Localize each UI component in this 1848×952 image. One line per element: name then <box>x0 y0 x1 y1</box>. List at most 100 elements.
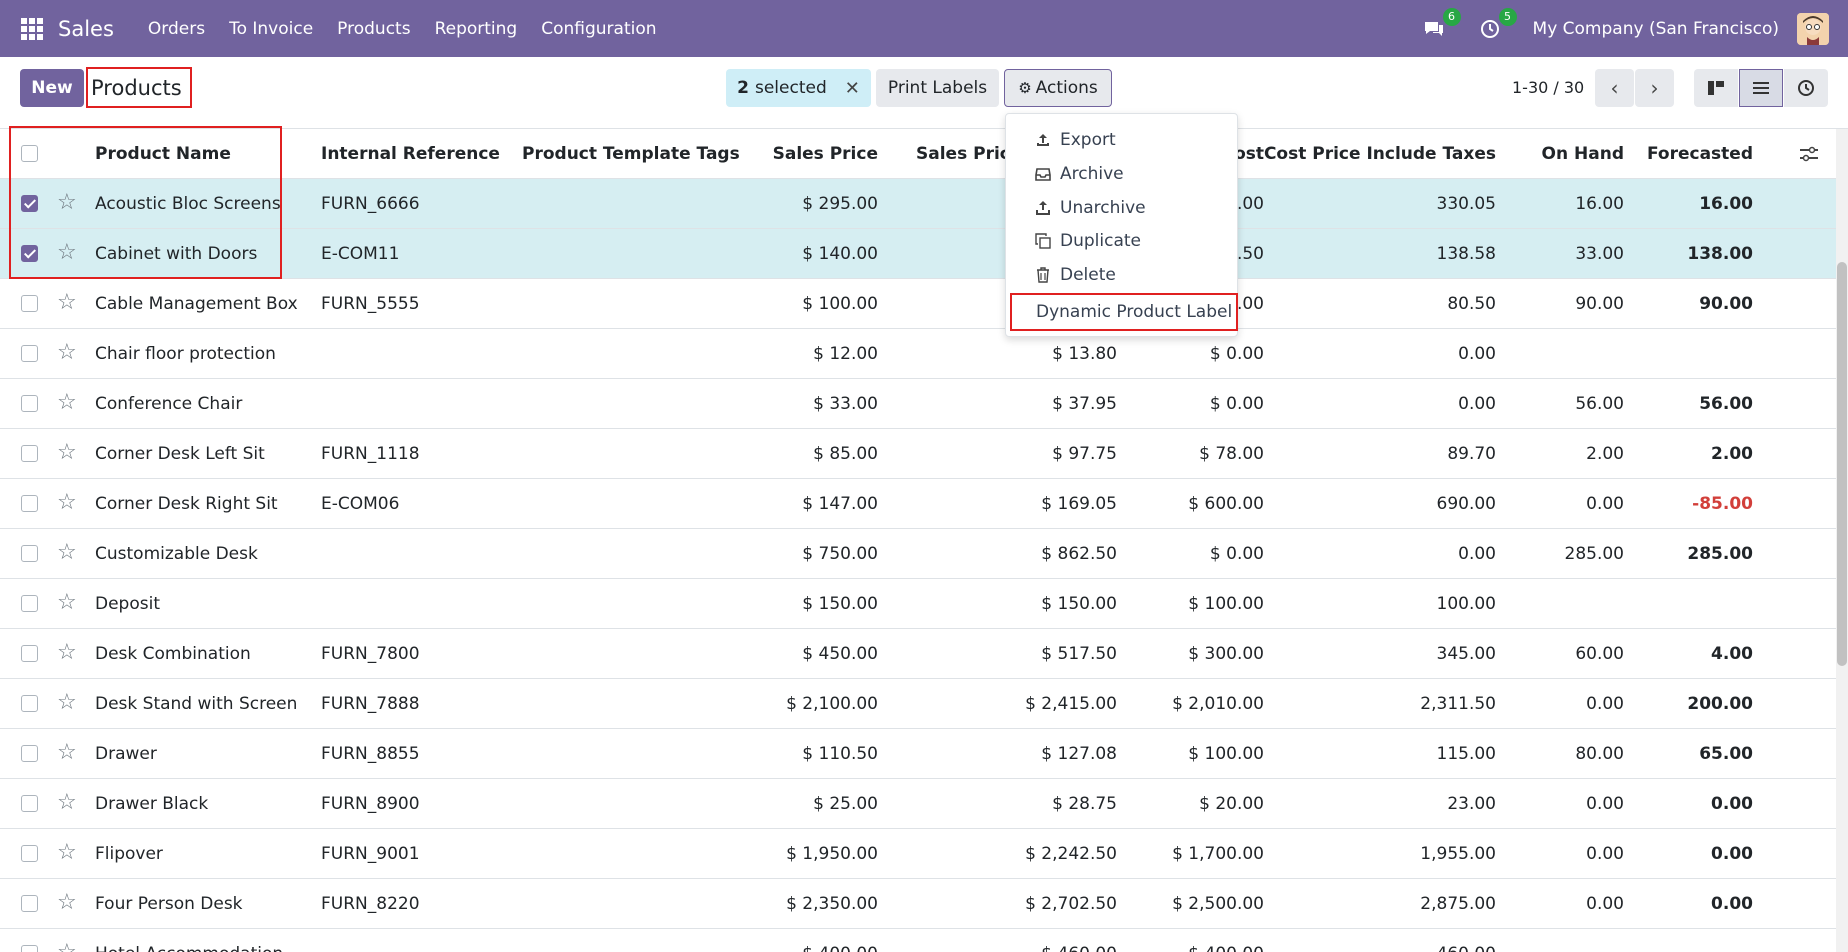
table-row[interactable]: ☆ Four Person Desk FURN_8220 $ 2,350.00 $ 2,… <box>0 879 1836 929</box>
header-cost-price-include-taxes[interactable]: Cost Price Include Taxes <box>1264 129 1496 178</box>
table-row[interactable]: ☆ Hotel Accommodation $ 400.00 $ 460.00 $ 40… <box>0 929 1836 952</box>
header-sales-price[interactable]: Sales Price <box>760 129 878 178</box>
action-dynamic-product-label[interactable]: Dynamic Product Label <box>1010 293 1238 331</box>
pager-previous-button[interactable]: ‹ <box>1595 69 1634 107</box>
activity-view-icon[interactable] <box>1784 69 1828 107</box>
apps-grid-icon[interactable] <box>21 17 43 40</box>
favorite-star-icon[interactable]: ☆ <box>57 541 77 565</box>
favorite-star-icon[interactable]: ☆ <box>57 641 77 665</box>
row-checkbox[interactable] <box>21 745 38 762</box>
table-row[interactable]: ☆ Conference Chair $ 33.00 $ 37.95 $ 0.00 0.0… <box>0 379 1836 429</box>
header-on-hand[interactable]: On Hand <box>1530 129 1624 178</box>
vertical-scrollbar[interactable] <box>1836 129 1848 952</box>
pager-next-button[interactable]: › <box>1635 69 1674 107</box>
row-checkbox[interactable] <box>21 345 38 362</box>
table-row[interactable]: ☆ Corner Desk Right Sit E-COM06 $ 147.00 $ 1… <box>0 479 1836 529</box>
company-switcher[interactable]: My Company (San Francisco) <box>1533 19 1779 39</box>
table-row[interactable]: ☆ Corner Desk Left Sit FURN_1118 $ 85.00 $ 9… <box>0 429 1836 479</box>
table-row[interactable]: ☆ Desk Combination FURN_7800 $ 450.00 $ 517.… <box>0 629 1836 679</box>
favorite-star-icon[interactable]: ☆ <box>57 841 77 865</box>
header-internal-reference[interactable]: Internal Reference <box>321 129 500 178</box>
list-view-icon[interactable] <box>1739 69 1783 107</box>
row-checkbox[interactable] <box>21 495 38 512</box>
header-forecasted[interactable]: Forecasted <box>1640 129 1753 178</box>
row-checkbox[interactable] <box>21 545 38 562</box>
product-name: Desk Combination <box>95 643 251 664</box>
table-row[interactable]: ☆ Chair floor protection $ 12.00 $ 13.80 $ 0… <box>0 329 1836 379</box>
new-button[interactable]: New <box>20 69 84 107</box>
row-checkbox[interactable] <box>21 245 38 262</box>
row-checkbox[interactable] <box>21 695 38 712</box>
favorite-star-icon[interactable]: ☆ <box>57 941 77 952</box>
action-unarchive[interactable]: Unarchive <box>1006 191 1239 224</box>
menu-orders[interactable]: Orders <box>148 19 205 39</box>
favorite-star-icon[interactable]: ☆ <box>57 341 77 365</box>
menu-products[interactable]: Products <box>337 19 410 39</box>
forecasted: 65.00 <box>1699 743 1753 764</box>
menu-reporting[interactable]: Reporting <box>435 19 518 39</box>
favorite-star-icon[interactable]: ☆ <box>57 391 77 415</box>
selected-text: selected <box>754 78 827 98</box>
favorite-star-icon[interactable]: ☆ <box>57 591 77 615</box>
row-checkbox[interactable] <box>21 295 38 312</box>
row-checkbox[interactable] <box>21 845 38 862</box>
optional-columns-icon[interactable] <box>1799 145 1819 168</box>
sales-price-incl-tax: $ 2,242.50 <box>1025 843 1117 864</box>
table-row[interactable]: ☆ Cable Management Box FURN_5555 $ 100.00.0… <box>0 279 1836 329</box>
activity-clock-icon[interactable]: 5 <box>1477 7 1517 42</box>
action-archive[interactable]: Archive <box>1006 157 1239 190</box>
forecasted: 0.00 <box>1711 893 1753 914</box>
actions-button[interactable]: ⚙ Actions <box>1004 69 1112 107</box>
chat-icon[interactable]: 6 <box>1421 7 1461 42</box>
action-delete[interactable]: Delete <box>1006 258 1239 291</box>
header-product-template-tags[interactable]: Product Template Tags <box>522 129 740 178</box>
row-checkbox[interactable] <box>21 595 38 612</box>
kanban-view-icon[interactable] <box>1694 69 1738 107</box>
table-row[interactable]: ☆ Drawer Black FURN_8900 $ 25.00 $ 28.75 $ 20… <box>0 779 1836 829</box>
row-checkbox[interactable] <box>21 895 38 912</box>
row-checkbox[interactable] <box>21 945 38 952</box>
forecasted <box>1640 929 1753 952</box>
table-row[interactable]: ☆ Acoustic Bloc Screens FURN_6666 $ 295.00.… <box>0 179 1836 229</box>
favorite-star-icon[interactable]: ☆ <box>57 241 77 265</box>
table-row[interactable]: ☆ Drawer FURN_8855 $ 110.50 $ 127.08 $ 100.00… <box>0 729 1836 779</box>
table-row[interactable]: ☆ Desk Stand with Screen FURN_7888 $ 2,100.… <box>0 679 1836 729</box>
table-row[interactable]: ☆ Deposit $ 150.00 $ 150.00 $ 100.00 100.00 <box>0 579 1836 629</box>
product-name: Four Person Desk <box>95 893 243 914</box>
product-name: Cabinet with Doors <box>95 243 258 264</box>
favorite-star-icon[interactable]: ☆ <box>57 891 77 915</box>
select-all-checkbox[interactable] <box>21 145 38 162</box>
row-checkbox[interactable] <box>21 195 38 212</box>
menu-configuration[interactable]: Configuration <box>541 19 656 39</box>
sales-price-incl-tax: $ 97.75 <box>1052 443 1117 464</box>
table-row[interactable]: ☆ Flipover FURN_9001 $ 1,950.00 $ 2,242.50 $ … <box>0 829 1836 879</box>
on-hand: 80.00 <box>1575 743 1624 764</box>
clear-selection-icon[interactable]: ✕ <box>845 78 860 99</box>
header-product-name[interactable]: Product Name <box>95 129 231 178</box>
action-export[interactable]: Export <box>1006 123 1239 156</box>
favorite-star-icon[interactable]: ☆ <box>57 791 77 815</box>
action-duplicate[interactable]: Duplicate <box>1006 224 1239 257</box>
pager-value[interactable]: 1-30 / 30 <box>1512 78 1584 97</box>
favorite-star-icon[interactable]: ☆ <box>57 441 77 465</box>
row-checkbox[interactable] <box>21 445 38 462</box>
row-checkbox[interactable] <box>21 645 38 662</box>
row-checkbox[interactable] <box>21 795 38 812</box>
favorite-star-icon[interactable]: ☆ <box>57 491 77 515</box>
table-row[interactable]: ☆ Cabinet with Doors E-COM11 $ 140.00.50 138… <box>0 229 1836 279</box>
top-navbar: Sales Orders To Invoice Products Reporti… <box>0 0 1848 57</box>
user-avatar[interactable] <box>1797 12 1829 45</box>
favorite-star-icon[interactable]: ☆ <box>57 291 77 315</box>
row-checkbox[interactable] <box>21 395 38 412</box>
scrollbar-thumb[interactable] <box>1837 262 1847 666</box>
cost: $ 20.00 <box>1199 793 1264 814</box>
favorite-star-icon[interactable]: ☆ <box>57 741 77 765</box>
favorite-star-icon[interactable]: ☆ <box>57 691 77 715</box>
cost-incl-tax: 2,875.00 <box>1420 893 1496 914</box>
print-labels-button[interactable]: Print Labels <box>876 69 999 107</box>
trash-icon <box>1034 266 1052 283</box>
app-brand[interactable]: Sales <box>58 17 114 41</box>
table-row[interactable]: ☆ Customizable Desk $ 750.00 $ 862.50 $ 0.00… <box>0 529 1836 579</box>
favorite-star-icon[interactable]: ☆ <box>57 191 77 215</box>
menu-to-invoice[interactable]: To Invoice <box>229 19 313 39</box>
